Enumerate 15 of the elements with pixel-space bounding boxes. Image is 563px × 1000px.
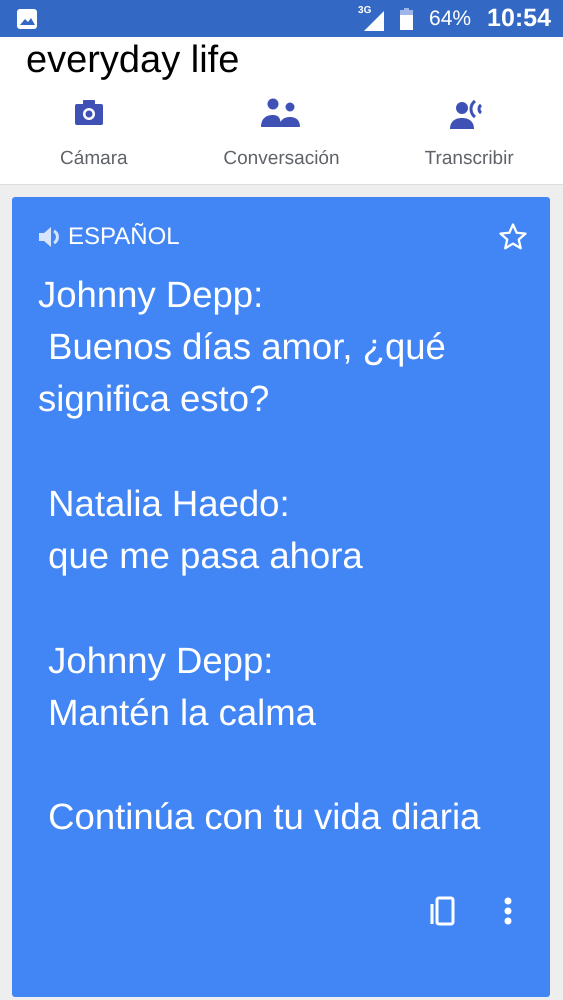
page-title: everyday life [25,38,240,79]
mode-button[interactable]: Conversación [223,87,340,184]
star-button[interactable] [498,222,528,252]
more-icon[interactable] [504,896,512,926]
clock: 10:54 [487,2,551,34]
translation-text: Johnny Depp: Buenos días amor, ¿qué significa esto? Natalia Haedo: que me pasa ahora Johnny Depp: Mantén la calma Continúa con tu vida diaria [38,272,482,840]
copy-icon[interactable] [428,896,456,926]
mode-button[interactable]: Cámara [60,87,128,184]
battery-icon [400,8,414,30]
speak-button[interactable]: ESPAÑOL [38,218,180,254]
battery-level: 64% [429,6,472,32]
network-label: 3G [358,4,372,18]
star-icon [498,222,528,252]
mode-button[interactable]: Transcribir [424,87,514,184]
image-icon [16,8,38,30]
